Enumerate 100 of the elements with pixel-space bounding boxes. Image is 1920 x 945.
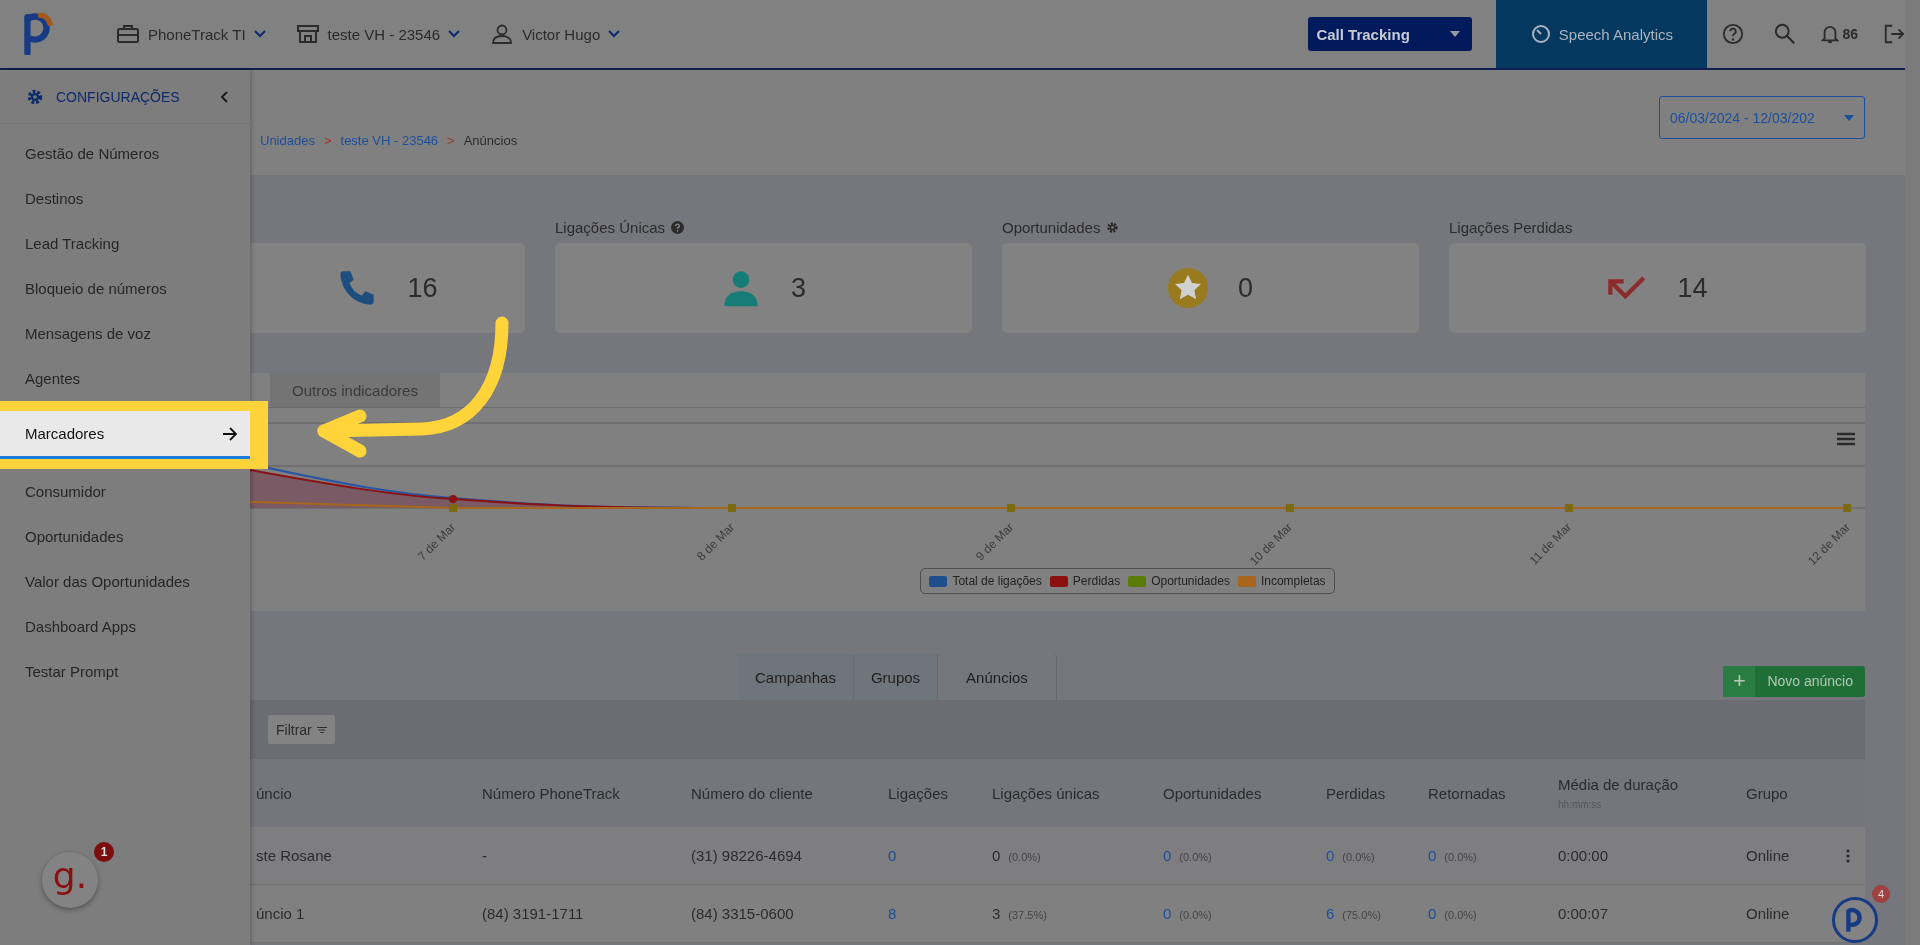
table-cell: 0:00:00 <box>1558 847 1609 864</box>
axis-label: 11 de Mar <box>1526 520 1575 568</box>
gear-icon <box>26 87 44 106</box>
chevron-down-icon <box>448 30 461 38</box>
table-cell: 0 <box>992 847 1001 864</box>
stat-label: Oportunidades <box>1002 218 1101 236</box>
table-cell: 3 <box>992 905 1001 922</box>
notification-count: 86 <box>1842 26 1858 42</box>
notification-badge: 4 <box>1872 885 1890 903</box>
axis-label: 10 de Mar <box>1247 520 1296 569</box>
nav-dropdown[interactable]: PhoneTrack TI <box>116 24 266 44</box>
breadcrumb-item[interactable]: teste VH - 23546 <box>340 133 439 148</box>
table-cell: (84) 3315-0600 <box>691 905 794 922</box>
table-cell: ste Rosane <box>256 847 332 864</box>
table-cell: (31) 98226-4694 <box>691 847 802 864</box>
logo-icon[interactable] <box>22 13 56 55</box>
tab[interactable]: Grupos <box>853 654 939 700</box>
axis-label: 8 de Mar <box>694 520 738 564</box>
briefcase-icon <box>116 24 140 44</box>
axis-label: 7 de Mar <box>415 520 459 564</box>
column-header: Retornadas <box>1428 784 1507 802</box>
more-options-icon[interactable] <box>1846 848 1850 863</box>
filter-icon <box>316 725 327 734</box>
bell-icon[interactable] <box>1821 24 1840 44</box>
sidebar-item[interactable]: Testar Prompt <box>0 649 250 694</box>
legend-label[interactable]: Total de ligações <box>952 574 1042 588</box>
table-cell[interactable]: 0 <box>1163 847 1172 864</box>
user-icon <box>490 24 515 44</box>
search-icon[interactable] <box>1774 23 1797 45</box>
percentage-label: (0.0%) <box>1444 851 1477 863</box>
column-header: Oportunidades <box>1163 784 1263 802</box>
column-header: Número do cliente <box>691 784 814 802</box>
chevron-down-icon <box>253 30 266 38</box>
help-icon[interactable] <box>671 220 685 234</box>
table-cell[interactable]: 0 <box>888 847 897 864</box>
tab[interactable]: Campanhas <box>738 654 854 700</box>
legend-label[interactable]: Incompletas <box>1260 574 1326 588</box>
data-point <box>1007 504 1015 512</box>
table-cell: 0:00:07 <box>1558 905 1609 922</box>
sidebar-item[interactable]: Marcadores <box>0 411 250 459</box>
arrow-right-icon <box>222 426 238 441</box>
sidebar-item[interactable]: Mensagens de voz <box>0 311 250 356</box>
percentage-label: (0.0%) <box>1444 909 1477 921</box>
gear-icon[interactable] <box>1106 220 1120 234</box>
breadcrumb-separator: > <box>323 133 332 148</box>
store-icon <box>295 24 320 44</box>
column-header: Média de duração <box>1558 776 1680 793</box>
percentage-label: (37.5%) <box>1008 909 1047 921</box>
percentage-label: (0.0%) <box>1179 851 1212 863</box>
table-cell[interactable]: 0 <box>1326 847 1335 864</box>
table-cell: - <box>482 847 487 864</box>
column-header: Número PhoneTrack <box>482 784 621 802</box>
sidebar-item[interactable]: Agentes <box>0 356 250 401</box>
chevron-left-icon[interactable] <box>220 90 228 103</box>
new-ad-button[interactable]: + Novo anúncio <box>1723 665 1865 697</box>
help-icon[interactable] <box>1722 23 1745 45</box>
axis-label: 12 de Mar <box>1805 520 1854 569</box>
data-point <box>1565 504 1573 512</box>
legend-label[interactable]: Perdidas <box>1072 574 1121 588</box>
table-cell: Online <box>1746 905 1790 922</box>
breadcrumb-item: Anúncios <box>463 133 518 148</box>
sidebar-item[interactable]: Dashboard Apps <box>0 604 250 649</box>
table-cell[interactable]: 8 <box>888 905 897 922</box>
sidebar-item[interactable]: Lead Tracking <box>0 221 250 266</box>
percentage-label: (0.0%) <box>1342 851 1375 863</box>
column-header: Ligações únicas <box>992 784 1101 802</box>
notification-badge: 1 <box>94 842 114 862</box>
product-select[interactable]: Call Tracking <box>1308 17 1473 51</box>
sidebar-item[interactable]: Oportunidades <box>0 514 250 559</box>
chevron-down-icon <box>608 30 621 38</box>
axis-label: 9 de Mar <box>973 520 1017 564</box>
table-cell[interactable]: 6 <box>1326 905 1335 922</box>
nav-dropdown[interactable]: teste VH - 23546 <box>295 24 461 44</box>
speech-analytics-button[interactable]: Speech Analytics <box>1496 0 1708 68</box>
chart-tab[interactable]: Outros indicadores <box>270 373 440 407</box>
data-point <box>1843 504 1851 512</box>
menu-icon[interactable] <box>1837 432 1855 446</box>
table-cell[interactable]: 0 <box>1163 905 1172 922</box>
table-cell[interactable]: 0 <box>1428 905 1437 922</box>
logout-icon[interactable] <box>1883 23 1905 45</box>
breadcrumb-item[interactable]: Unidades <box>260 133 315 148</box>
column-header: úncio <box>256 784 293 802</box>
legend-label[interactable]: Oportunidades <box>1151 574 1230 588</box>
table-cell: (84) 3191-1711 <box>482 905 584 922</box>
sidebar-item[interactable]: Destinos <box>0 176 250 221</box>
table-cell: úncio 1 <box>256 905 305 922</box>
table-cell[interactable]: 0 <box>1428 847 1437 864</box>
stat-label: Ligações Perdidas <box>1449 218 1573 236</box>
sidebar-item[interactable]: Consumidor <box>0 469 250 514</box>
filter-button[interactable]: Filtrar <box>268 715 335 744</box>
sidebar-item[interactable]: Gestão de Números <box>0 131 250 176</box>
sidebar-item[interactable]: Bloqueio de números <box>0 266 250 311</box>
percentage-label: (75.0%) <box>1342 909 1381 921</box>
sidebar-item[interactable]: Valor das Oportunidades <box>0 559 250 604</box>
caret-icon <box>1450 31 1461 37</box>
chat-widget-button[interactable]: g. <box>42 852 98 908</box>
stat-value: 0 <box>1238 272 1253 304</box>
scrollbar[interactable] <box>1905 0 1920 945</box>
nav-dropdown[interactable]: Victor Hugo <box>490 24 621 44</box>
date-range-picker[interactable]: 06/03/2024 - 12/03/202 <box>1659 96 1865 139</box>
